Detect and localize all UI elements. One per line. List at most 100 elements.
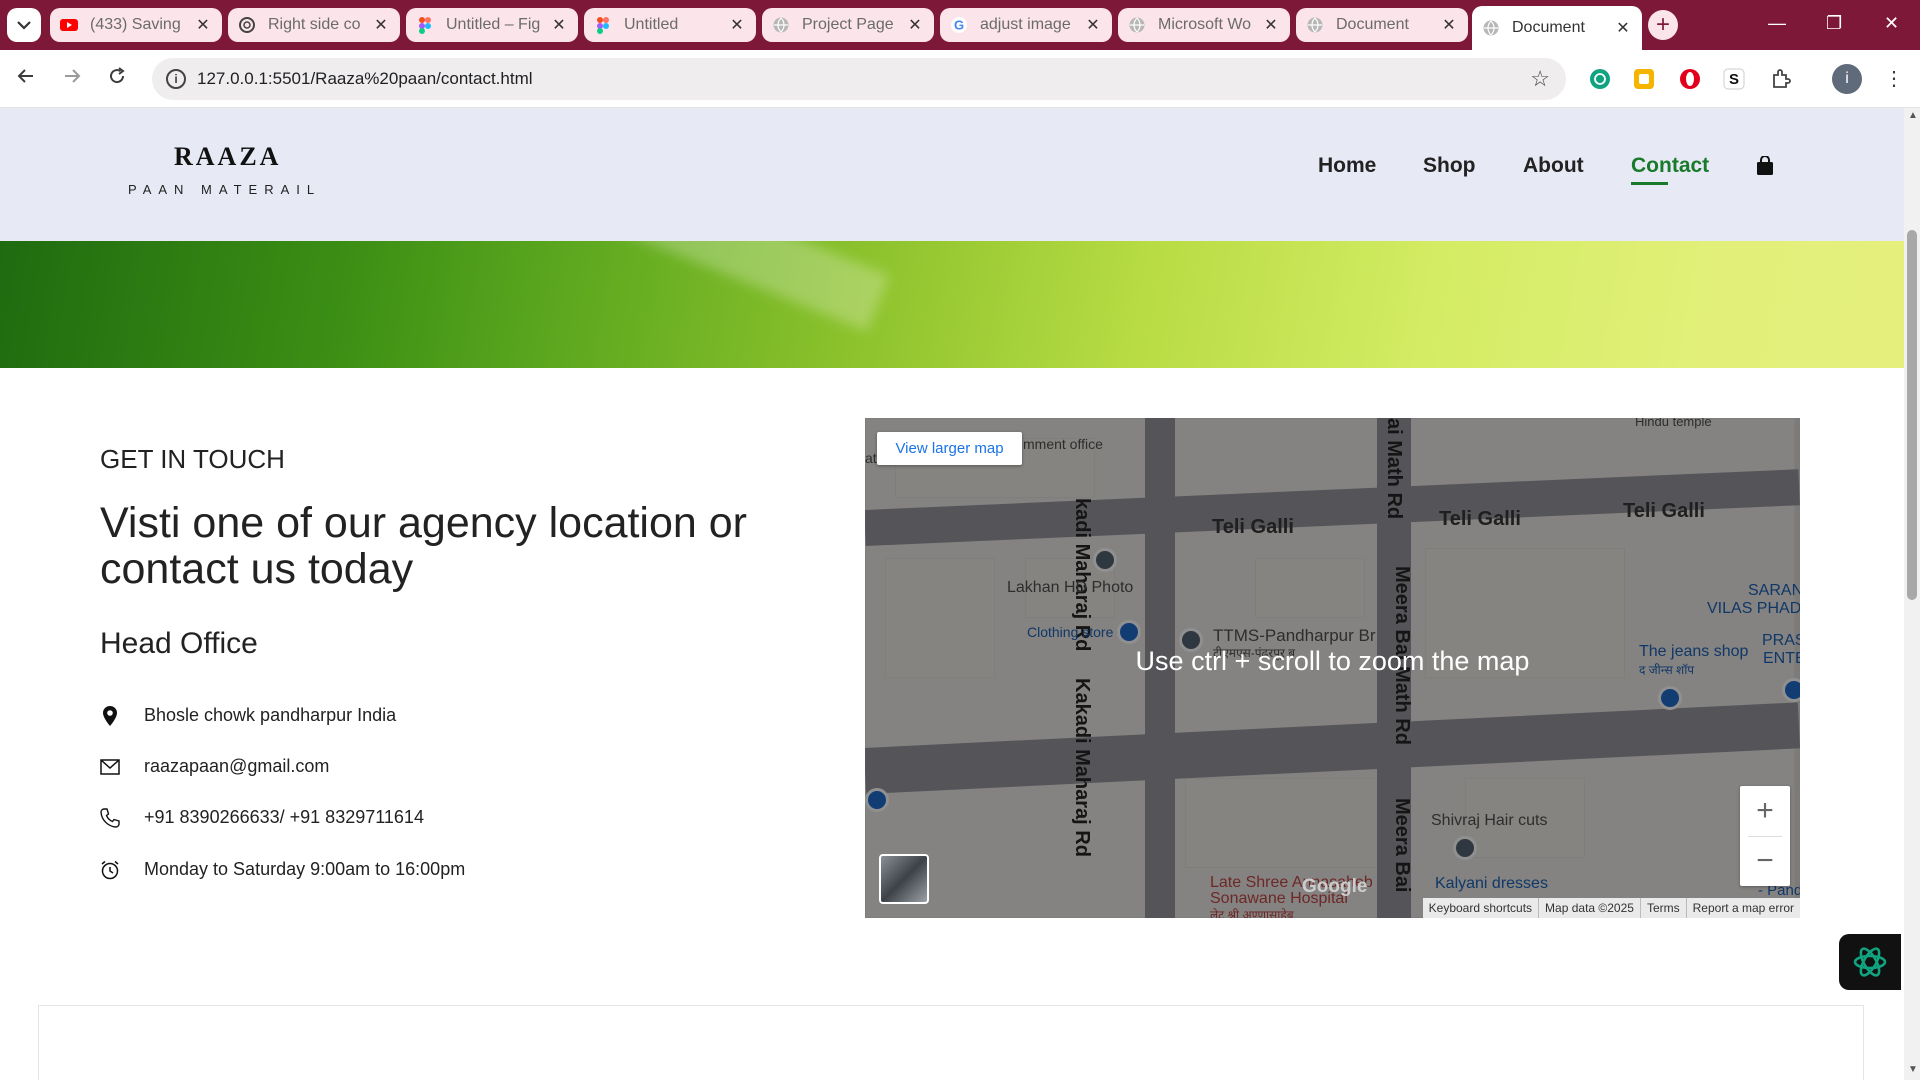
report-map-error-link[interactable]: Report a map error	[1685, 898, 1800, 918]
scrollbar-thumb[interactable]	[1907, 230, 1917, 600]
shopping-bag-icon[interactable]	[1756, 156, 1774, 176]
minimize-icon[interactable]: —	[1768, 13, 1786, 34]
tab-label: Microsoft Wo	[1158, 16, 1252, 33]
scroll-down-icon[interactable]: ▼	[1908, 1064, 1918, 1075]
zoom-out-icon[interactable]: −	[1740, 836, 1790, 886]
map-zoom-controls: + −	[1740, 786, 1790, 886]
youtube-icon	[60, 19, 78, 31]
s-extension-icon[interactable]: S	[1722, 67, 1746, 91]
close-icon[interactable]: ✕	[728, 15, 746, 35]
notes-extension-icon[interactable]	[1632, 67, 1656, 91]
figma-icon	[597, 17, 609, 34]
hours-text: Monday to Saturday 9:00am to 16:00pm	[144, 859, 466, 879]
site-header: RAAZA PAAN MATERAIL Home Shop About Cont…	[0, 108, 1904, 241]
close-icon[interactable]: ✕	[1614, 18, 1632, 38]
envelope-icon	[100, 757, 120, 777]
back-icon[interactable]	[16, 66, 36, 92]
close-icon[interactable]: ✕	[1084, 15, 1102, 35]
alarm-clock-icon	[100, 860, 120, 880]
globe-icon	[1307, 17, 1323, 33]
chevron-down-icon	[17, 21, 31, 30]
google-map-embed[interactable]: mment office at Hindu temple Teli Galli …	[865, 418, 1800, 918]
terms-link[interactable]: Terms	[1639, 898, 1686, 918]
extensions-puzzle-icon[interactable]	[1769, 67, 1793, 91]
tab-chatgpt[interactable]: Right side co ✕	[228, 8, 400, 42]
eyebrow-heading: GET IN TOUCH	[100, 444, 285, 474]
close-icon[interactable]: ✕	[550, 15, 568, 35]
tab-google[interactable]: G adjust image ✕	[940, 8, 1112, 42]
tab-project-page[interactable]: Project Page ✕	[762, 8, 934, 42]
email-link[interactable]: raazapaan@gmail.com	[144, 756, 329, 777]
tab-label: Untitled – Fig	[446, 16, 541, 33]
page-scrollbar[interactable]: ▲ ▼	[1904, 108, 1920, 1080]
new-tab-button[interactable]: +	[1648, 10, 1678, 40]
close-icon[interactable]: ✕	[194, 15, 212, 35]
contact-headline: Visti one of our agency location or cont…	[100, 499, 747, 593]
chatgpt-extension-icon[interactable]	[1588, 67, 1612, 91]
browser-tab-strip: (433) Saving ✕ Right side co ✕ Untitled …	[0, 0, 1920, 50]
logo-subtitle: PAAN MATERAIL	[128, 182, 322, 197]
zoom-in-icon[interactable]: +	[1740, 786, 1790, 836]
logo-title[interactable]: RAAZA	[174, 142, 281, 172]
office-title: Head Office	[100, 627, 258, 660]
url-text[interactable]: 127.0.0.1:5501/Raaza%20paan/contact.html	[197, 69, 533, 89]
tab-document-active[interactable]: Document ✕	[1472, 6, 1642, 50]
keyboard-shortcuts-link[interactable]: Keyboard shortcuts	[1423, 898, 1538, 918]
satellite-toggle-button[interactable]	[879, 854, 929, 904]
scroll-up-icon[interactable]: ▲	[1908, 110, 1918, 121]
map-attribution: Keyboard shortcuts Map data ©2025 Terms …	[1422, 898, 1800, 918]
address-row: Bhosle chowk pandharpur India	[100, 705, 396, 726]
location-pin-icon	[100, 705, 120, 726]
tab-search-button[interactable]	[7, 8, 41, 42]
opera-extension-icon[interactable]	[1678, 67, 1702, 91]
openai-icon	[239, 17, 255, 33]
window-close-icon[interactable]: ✕	[1884, 13, 1899, 34]
tab-figma-2[interactable]: Untitled ✕	[584, 8, 756, 42]
hours-row: Monday to Saturday 9:00am to 16:00pm	[100, 859, 465, 880]
close-icon[interactable]: ✕	[906, 15, 924, 35]
site-info-icon[interactable]: i	[166, 69, 186, 89]
close-icon[interactable]: ✕	[1262, 15, 1280, 35]
tab-label: Right side co	[268, 16, 361, 33]
nav-contact[interactable]: Contact	[1631, 154, 1709, 178]
svg-text:G: G	[954, 18, 964, 33]
email-row: raazapaan@gmail.com	[100, 756, 329, 777]
globe-icon	[1483, 20, 1499, 36]
hero-leaf-highlight	[310, 241, 890, 332]
page-viewport: RAAZA PAAN MATERAIL Home Shop About Cont…	[0, 108, 1904, 1080]
tab-label: Document	[1336, 16, 1409, 33]
phone-row: +91 8390266633/ +91 8329711614	[100, 807, 424, 828]
address-bar[interactable]: i 127.0.0.1:5501/Raaza%20paan/contact.ht…	[152, 58, 1566, 100]
restore-icon[interactable]: ❐	[1826, 13, 1842, 34]
bookmark-star-icon[interactable]: ☆	[1530, 66, 1550, 92]
tab-document[interactable]: Document ✕	[1296, 8, 1468, 42]
browser-toolbar: i 127.0.0.1:5501/Raaza%20paan/contact.ht…	[0, 50, 1920, 108]
nav-home[interactable]: Home	[1318, 154, 1376, 178]
reload-icon[interactable]	[107, 66, 127, 92]
tab-label: Untitled	[624, 16, 679, 33]
nav-about[interactable]: About	[1523, 154, 1584, 178]
active-nav-underline	[1631, 182, 1668, 185]
tab-figma-1[interactable]: Untitled – Fig ✕	[406, 8, 578, 42]
google-logo: Google	[1302, 876, 1368, 897]
address-text: Bhosle chowk pandharpur India	[144, 705, 397, 725]
phone-text[interactable]: +91 8390266633/ +91 8329711614	[144, 807, 424, 828]
chatgpt-floating-button[interactable]	[1839, 934, 1901, 990]
close-icon[interactable]: ✕	[372, 15, 390, 35]
openai-icon	[1853, 947, 1887, 977]
forward-icon[interactable]	[62, 66, 82, 92]
globe-icon	[1129, 17, 1145, 33]
view-larger-map-button[interactable]: View larger map	[877, 432, 1022, 465]
tab-label: Document	[1512, 19, 1585, 36]
nav-shop[interactable]: Shop	[1423, 154, 1476, 178]
profile-avatar[interactable]: i	[1832, 64, 1862, 94]
close-icon[interactable]: ✕	[1440, 15, 1458, 35]
map-data-text: Map data ©2025	[1538, 898, 1640, 918]
figma-icon	[419, 17, 431, 34]
tab-youtube[interactable]: (433) Saving ✕	[50, 8, 222, 42]
kebab-menu-icon[interactable]: ⋮	[1884, 66, 1904, 91]
tab-label: Project Page	[802, 16, 894, 33]
tab-label: (433) Saving	[90, 16, 181, 33]
svg-text:S: S	[1729, 71, 1739, 88]
tab-microsoft-word[interactable]: Microsoft Wo ✕	[1118, 8, 1290, 42]
